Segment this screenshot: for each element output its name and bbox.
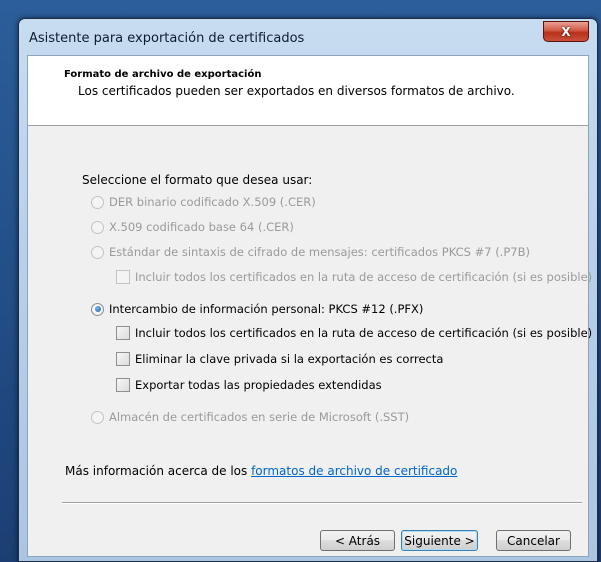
footer-divider: [62, 502, 582, 504]
certificate-export-wizard-window: Asistente para exportación de certificad…: [18, 18, 598, 562]
radio-option-der[interactable]: DER binario codificado X.509 (.CER): [91, 195, 316, 209]
wizard-content: Formato de archivo de exportación Los ce…: [27, 55, 592, 557]
checkbox[interactable]: [116, 326, 130, 340]
radio-option-base64[interactable]: X.509 codificado base 64 (.CER): [91, 220, 294, 234]
cancel-button[interactable]: Cancelar: [496, 530, 571, 551]
radio-option-pkcs7[interactable]: Estándar de sintaxis de cifrado de mensa…: [91, 245, 530, 259]
next-button[interactable]: Siguiente >: [401, 530, 478, 551]
format-prompt: Seleccione el formato que desea usar:: [82, 173, 313, 187]
radio-button-selected[interactable]: [91, 302, 104, 316]
radio-label: Estándar de sintaxis de cifrado de mensa…: [109, 245, 530, 259]
window-title: Asistente para exportación de certificad…: [29, 31, 305, 46]
radio-option-pkcs12[interactable]: Intercambio de información personal: PKC…: [91, 302, 423, 316]
formats-help-link[interactable]: formatos de archivo de certificado: [251, 464, 457, 478]
radio-button[interactable]: [91, 410, 104, 424]
checkbox[interactable]: [116, 352, 130, 366]
checkbox-p7b-include-all[interactable]: Incluir todos los certificados en la rut…: [116, 270, 592, 284]
wizard-header: Formato de archivo de exportación Los ce…: [28, 56, 588, 126]
more-info-text: Más información acerca de los formatos d…: [65, 464, 457, 478]
back-button[interactable]: < Atrás: [320, 530, 395, 551]
radio-label: X.509 codificado base 64 (.CER): [109, 220, 294, 234]
checkbox[interactable]: [116, 270, 130, 284]
radio-option-sst[interactable]: Almacén de certificados en serie de Micr…: [91, 410, 409, 424]
checkbox-label: Incluir todos los certificados en la rut…: [135, 326, 593, 340]
page-description: Los certificados pueden ser exportados e…: [78, 84, 515, 98]
close-button[interactable]: X: [543, 21, 589, 42]
radio-label: DER binario codificado X.509 (.CER): [109, 195, 316, 209]
radio-button[interactable]: [91, 245, 104, 259]
checkbox-label: Eliminar la clave privada si la exportac…: [135, 352, 444, 366]
radio-button[interactable]: [91, 220, 104, 234]
page-title: Formato de archivo de exportación: [64, 69, 262, 80]
title-bar[interactable]: Asistente para exportación de certificad…: [19, 19, 597, 47]
radio-label: Intercambio de información personal: PKC…: [109, 302, 424, 316]
checkbox-label: Incluir todos los certificados en la rut…: [135, 270, 593, 284]
checkbox[interactable]: [116, 378, 130, 392]
checkbox-pfx-include-all[interactable]: Incluir todos los certificados en la rut…: [116, 326, 592, 340]
desktop-background: Asistente para exportación de certificad…: [0, 0, 601, 562]
checkbox-delete-private-key[interactable]: Eliminar la clave privada si la exportac…: [116, 352, 443, 366]
radio-button[interactable]: [91, 195, 104, 209]
close-icon: X: [561, 24, 571, 39]
radio-label: Almacén de certificados en serie de Micr…: [109, 410, 410, 424]
checkbox-label: Exportar todas las propiedades extendida…: [135, 378, 382, 392]
checkbox-export-extended-properties[interactable]: Exportar todas las propiedades extendida…: [116, 378, 382, 392]
more-info-prefix: Más información acerca de los: [65, 464, 252, 478]
